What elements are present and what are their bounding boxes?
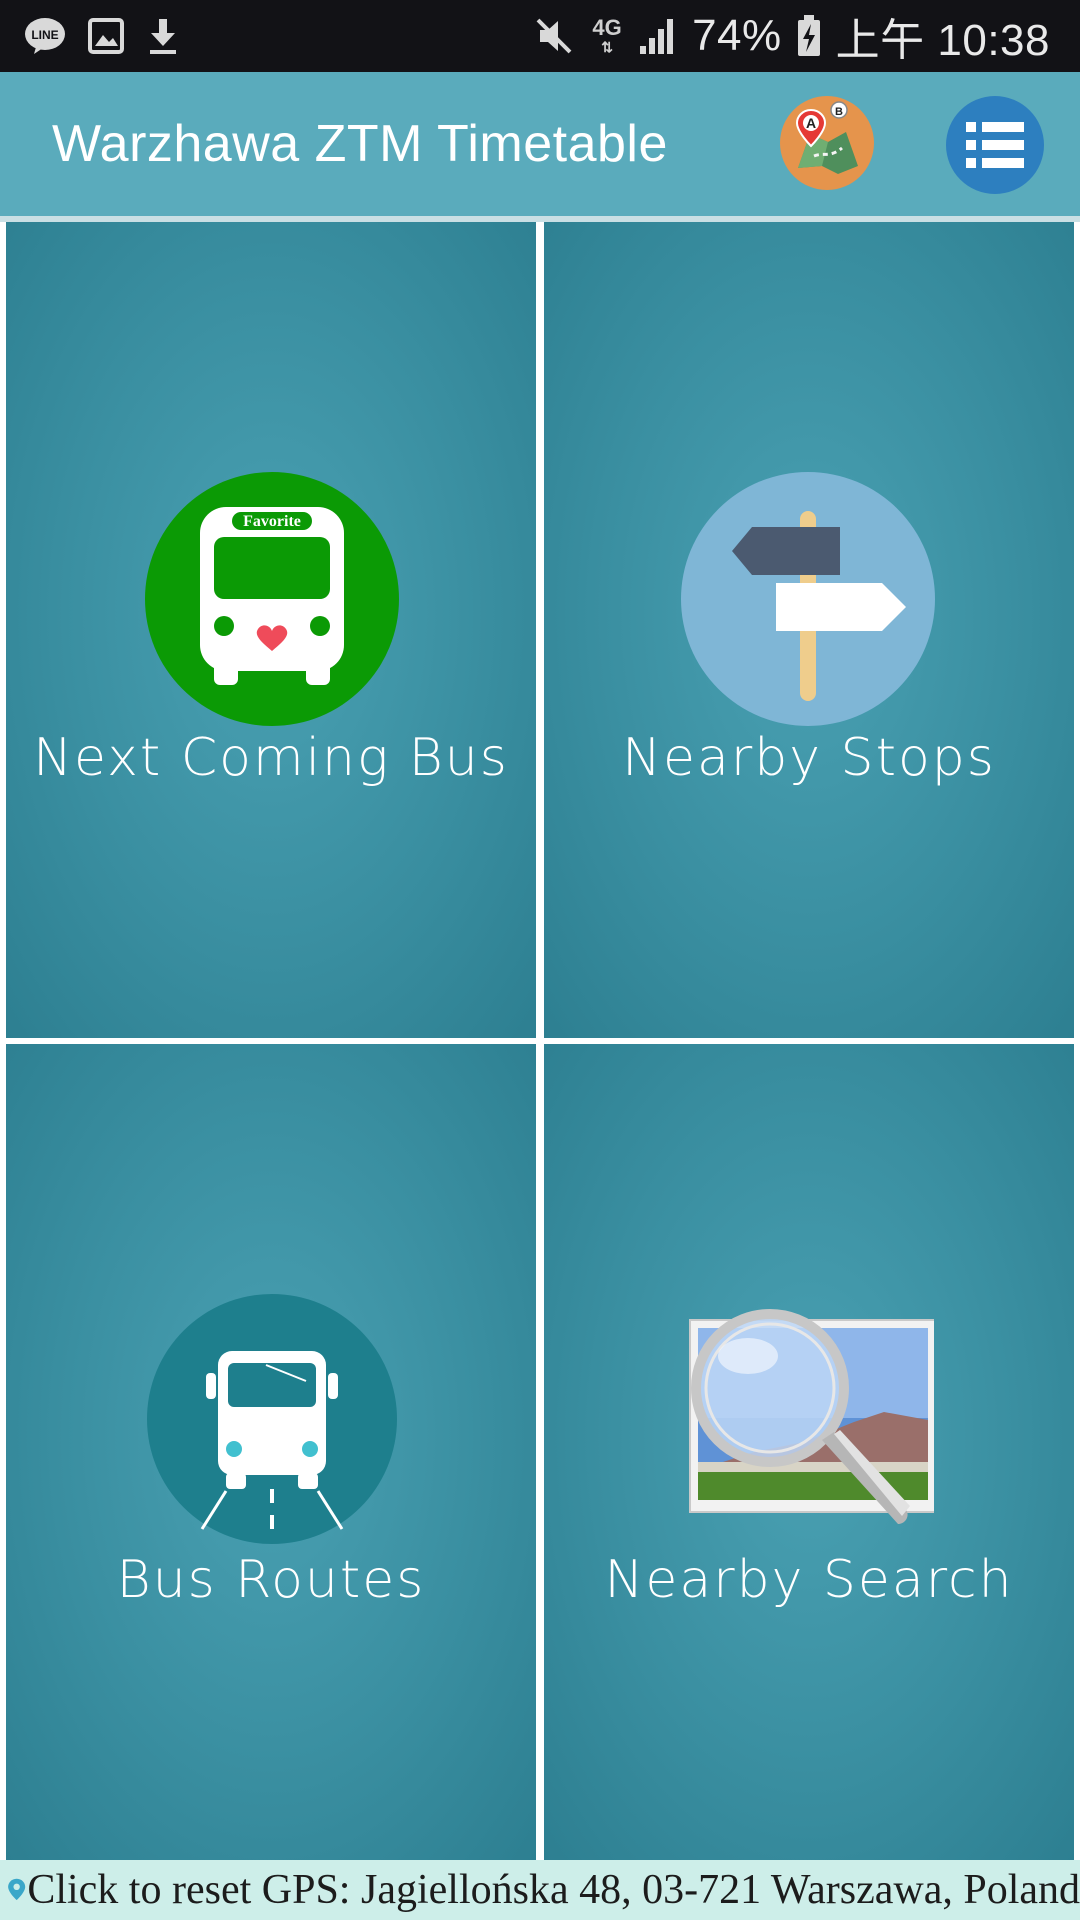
battery-charging-icon bbox=[797, 15, 820, 56]
download-icon bbox=[150, 19, 176, 54]
gallery-icon bbox=[88, 18, 124, 54]
menu-button[interactable] bbox=[946, 96, 1044, 194]
signpost-icon bbox=[681, 472, 935, 726]
svg-text:A: A bbox=[806, 115, 816, 131]
route-map-button[interactable]: A B bbox=[780, 96, 874, 190]
magnifier-photo-icon bbox=[689, 1309, 934, 1524]
tile-nearby-search[interactable]: Nearby Search bbox=[544, 1044, 1074, 1860]
favorite-bus-icon: Favorite bbox=[145, 472, 399, 726]
tile-label: Bus Routes bbox=[116, 1550, 426, 1610]
svg-text:LINE: LINE bbox=[31, 28, 58, 42]
line-icon: LINE bbox=[25, 18, 65, 54]
bus-route-icon bbox=[147, 1294, 397, 1544]
svg-text:B: B bbox=[835, 106, 843, 118]
network-type: 4G bbox=[592, 15, 622, 40]
status-left-icons: LINE bbox=[24, 12, 180, 60]
tile-label: Nearby Search bbox=[604, 1550, 1014, 1610]
signal-icon bbox=[640, 19, 674, 54]
data-arrows: ⇅ bbox=[601, 39, 613, 55]
status-bar: LINE 4G ⇅ 74% 上午 10:38 bbox=[0, 0, 1080, 72]
location-pin-icon bbox=[8, 1878, 26, 1901]
battery-percent: 74% bbox=[692, 11, 782, 60]
tile-label: Nearby Stops bbox=[622, 728, 996, 788]
gps-address-text: Click to reset GPS: Jagiellońska 48, 03-… bbox=[27, 1867, 1080, 1913]
map-route-icon: A B bbox=[795, 101, 858, 174]
favorite-badge: Favorite bbox=[243, 513, 301, 530]
tile-bus-routes[interactable]: Bus Routes bbox=[6, 1044, 536, 1860]
app-bar: Warzhawa ZTM Timetable A B bbox=[0, 72, 1080, 216]
mute-icon bbox=[536, 18, 572, 54]
tile-next-coming-bus[interactable]: Favorite Next Coming Bus bbox=[6, 222, 536, 1038]
tile-nearby-stops[interactable]: Nearby Stops bbox=[544, 222, 1074, 1038]
gps-reset-bar[interactable]: Click to reset GPS: Jagiellońska 48, 03-… bbox=[0, 1860, 1080, 1920]
status-right-icons: 4G ⇅ 74% 上午 10:38 bbox=[532, 8, 1050, 65]
list-menu-icon bbox=[966, 122, 1024, 168]
app-title: Warzhawa ZTM Timetable bbox=[52, 115, 668, 173]
clock: 上午 10:38 bbox=[835, 16, 1050, 65]
network-4g-icon: 4G ⇅ bbox=[590, 15, 624, 56]
tile-label: Next Coming Bus bbox=[33, 728, 509, 788]
